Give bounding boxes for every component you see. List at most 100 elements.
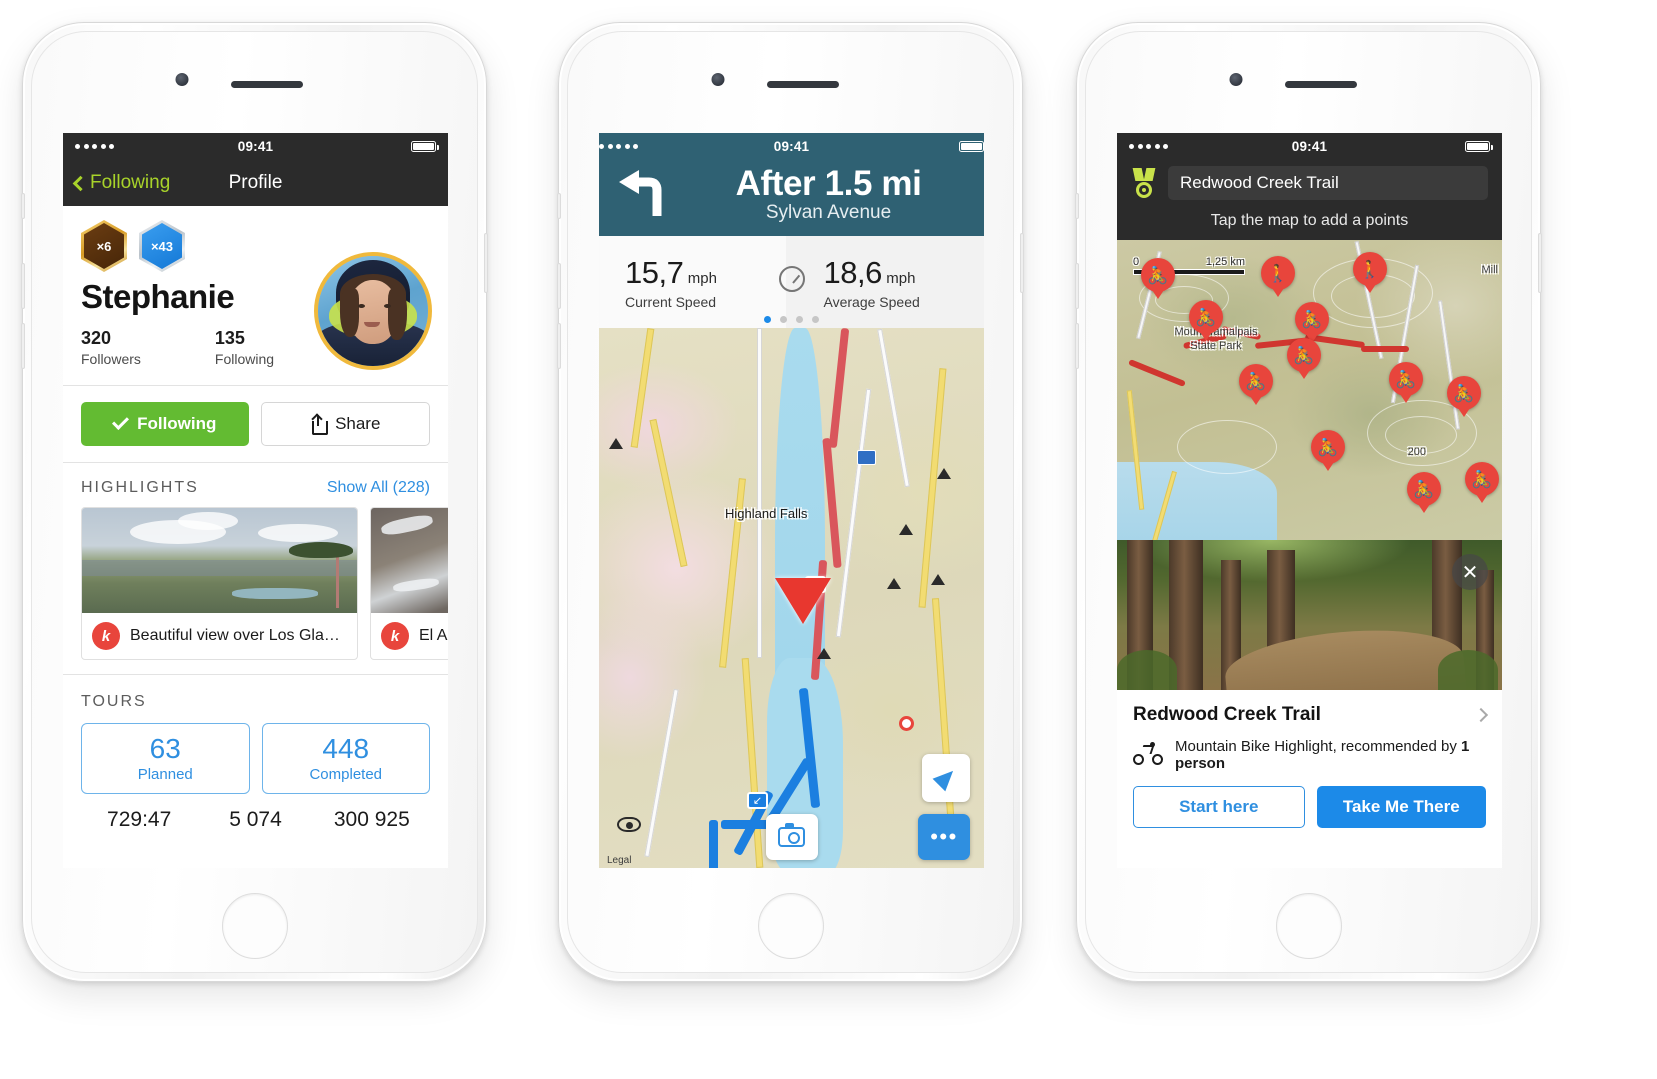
back-button-label: Following (90, 172, 171, 193)
followers-stat[interactable]: 320 Followers (81, 328, 141, 367)
followers-label: Followers (81, 351, 141, 367)
phone-profile: 09:41 Following Profile ×6 ×43 Stephanie… (21, 22, 488, 982)
status-time: 09:41 (237, 139, 274, 154)
profile-actions: Following Share (63, 386, 448, 462)
battery-icon (411, 141, 439, 152)
average-speed-unit: mph (886, 269, 916, 287)
following-button[interactable]: Following (81, 402, 249, 446)
silver-hex-badge[interactable]: ×43 (139, 220, 185, 272)
mountain-bike-pin[interactable]: 🚴 (1407, 472, 1441, 513)
earpiece-speaker (230, 81, 303, 88)
position-arrow-icon (775, 578, 831, 624)
mountain-bike-pin[interactable]: 🚴 (1189, 300, 1223, 341)
hiking-pin[interactable]: 🚶 (1353, 252, 1387, 293)
volume-down-button[interactable] (1075, 323, 1079, 369)
back-button[interactable]: Following (72, 172, 171, 194)
volume-down-button[interactable] (557, 323, 561, 369)
profile-body: ×6 ×43 Stephanie 320 Followers 135 Follo… (63, 206, 448, 868)
check-icon (112, 413, 130, 430)
chevron-left-icon (72, 175, 89, 191)
volume-up-button[interactable] (1075, 263, 1079, 309)
screen-profile: 09:41 Following Profile ×6 ×43 Stephanie… (63, 133, 448, 868)
volume-down-button[interactable] (21, 323, 25, 369)
poi-marker[interactable] (899, 716, 914, 731)
list-item[interactable]: k El Abuel (370, 507, 448, 660)
mountain-bike-pin[interactable]: 🚴 (1287, 338, 1321, 379)
mountain-bike-pin[interactable]: 🚴 (1311, 430, 1345, 471)
highlight-title: El Abuel (419, 627, 448, 644)
chevron-right-icon[interactable] (1473, 707, 1489, 723)
mute-switch[interactable] (21, 193, 25, 219)
mountain-bike-pin[interactable]: 🚴 (1465, 462, 1499, 503)
hiking-pin[interactable]: 🚶 (1261, 256, 1295, 297)
map-hint-text: Tap the map to add a points (1210, 212, 1409, 229)
status-bar: 09:41 (63, 133, 448, 160)
front-camera (1229, 73, 1242, 86)
highlights-header: HIGHLIGHTS Show All (228) (63, 463, 448, 507)
mountain-bike-pin[interactable]: 🚴 (1447, 376, 1481, 417)
show-all-link[interactable]: Show All (228) (327, 479, 430, 497)
home-button[interactable] (221, 893, 288, 959)
following-stat[interactable]: 135 Following (215, 328, 274, 367)
map-label: Highland Falls (725, 506, 808, 521)
mute-switch[interactable] (557, 193, 561, 219)
more-options-button[interactable]: ••• (918, 814, 970, 860)
gold-hex-badge[interactable]: ×6 (81, 220, 127, 272)
highlights-list[interactable]: k Beautiful view over Los Glac… k El Abu… (63, 507, 448, 660)
navigation-map[interactable]: ↖ ↙ ↓ Highland Falls Legal (599, 328, 984, 868)
planner-map[interactable]: 0 1,25 km Mount Tamalpais State Park Mil… (1117, 240, 1502, 540)
power-button[interactable] (1538, 233, 1542, 293)
average-speed-value: 18,6 (823, 254, 883, 290)
avatar[interactable] (314, 252, 432, 370)
close-icon[interactable]: ✕ (1452, 554, 1488, 590)
home-button[interactable] (1275, 893, 1342, 959)
medal-icon[interactable] (1131, 168, 1157, 198)
search-input[interactable]: Redwood Creek Trail (1168, 166, 1488, 200)
turn-left-icon (617, 166, 675, 222)
status-time: 09:41 (773, 139, 810, 154)
current-speed-unit: mph (687, 269, 717, 287)
mountain-bike-pin[interactable]: 🚴 (1141, 258, 1175, 299)
take-me-there-button[interactable]: Take Me There (1316, 786, 1486, 828)
scale-min-label: 0 (1133, 256, 1140, 268)
user-summary: Stephanie 320 Followers 135 Following (63, 252, 448, 370)
camera-button[interactable] (765, 814, 818, 860)
speedometer-icon (778, 266, 805, 292)
followers-count: 320 (81, 328, 112, 348)
page-dots[interactable] (599, 316, 984, 323)
camera-icon (778, 823, 805, 847)
phone-planner: 09:41 Redwood Creek Trail Tap the map to… (1075, 22, 1542, 982)
legal-label[interactable]: Legal (607, 855, 631, 866)
mountain-bike-pin[interactable]: 🚴 (1389, 362, 1423, 403)
tours-planned-box[interactable]: 63 Planned (81, 723, 250, 794)
start-here-button[interactable]: Start here (1133, 786, 1305, 828)
turn-street: Sylvan Avenue (765, 202, 892, 223)
power-button[interactable] (1020, 233, 1024, 293)
map-label: Mill (1481, 264, 1499, 276)
power-button[interactable] (484, 233, 488, 293)
tours-planned-label: Planned (137, 766, 193, 783)
tours-completed-label: Completed (309, 766, 383, 783)
scale-max-label: 1,25 km (1205, 256, 1245, 268)
visibility-icon[interactable] (617, 817, 641, 832)
tours-completed-box[interactable]: 448 Completed (261, 723, 430, 794)
highlight-title: Beautiful view over Los Glac… (130, 627, 347, 644)
tours-planned-count: 63 (149, 733, 181, 764)
volume-up-button[interactable] (557, 263, 561, 309)
home-button[interactable] (757, 893, 824, 959)
speed-panel[interactable]: 15,7 mph Current Speed 18,6 mph Average … (599, 236, 984, 328)
locate-button[interactable] (922, 754, 970, 802)
current-speed-cell: 15,7 mph Current Speed (599, 236, 786, 328)
turn-distance: After 1.5 mi (735, 164, 922, 203)
mountain-bike-icon (1133, 742, 1163, 766)
tours-boxes: 63 Planned 448 Completed (63, 717, 448, 794)
mountain-bike-pin[interactable]: 🚴 (1295, 302, 1329, 343)
tours-stat-value: 729:47 (107, 808, 172, 831)
share-button[interactable]: Share (260, 402, 430, 446)
mute-switch[interactable] (1075, 193, 1079, 219)
volume-up-button[interactable] (21, 263, 25, 309)
mountain-bike-pin[interactable]: 🚴 (1239, 364, 1273, 405)
list-item[interactable]: k Beautiful view over Los Glac… (81, 507, 358, 660)
highlight-photo (82, 508, 357, 613)
map-label: State Park (1190, 340, 1242, 352)
